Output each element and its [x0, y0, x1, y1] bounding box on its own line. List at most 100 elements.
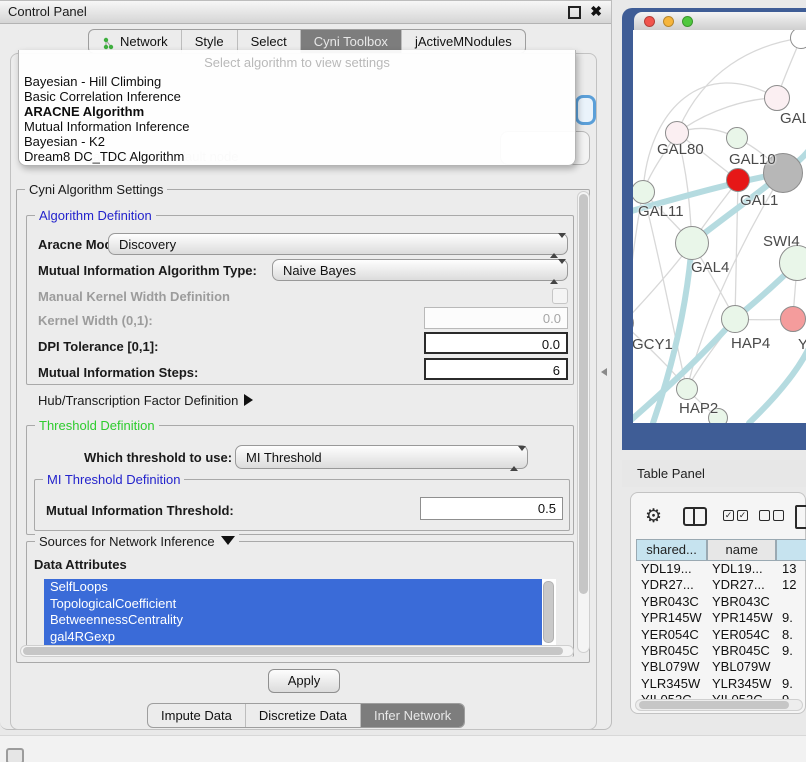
algorithm-definition-title: Algorithm Definition	[35, 208, 156, 223]
checked-box-icon: ✓	[723, 510, 734, 521]
zoom-traffic-light-icon[interactable]	[682, 16, 693, 27]
table-cell: YBR043C	[708, 594, 778, 610]
panel-splitter-arrow[interactable]	[601, 368, 607, 376]
obscured-focused-combo-edge	[575, 95, 596, 125]
export-table-icon[interactable]	[795, 505, 806, 529]
column-header-name[interactable]: name	[707, 539, 776, 561]
mi-type-combo[interactable]: Naive Bayes	[272, 259, 568, 281]
table-row[interactable]: YBL079WYBL079W	[636, 659, 805, 675]
table-horizontal-scrollbar[interactable]	[635, 699, 803, 711]
table-row[interactable]: YBR045CYBR045C9.	[636, 643, 805, 659]
node-label-gcy1: GCY1	[633, 336, 673, 353]
hub-definition-toggle[interactable]: Hub/Transcription Factor Definition	[38, 393, 253, 408]
table-row[interactable]: YBR043CYBR043C	[636, 594, 805, 610]
scrollbar-thumb[interactable]	[579, 194, 588, 594]
close-traffic-light-icon[interactable]	[644, 16, 655, 27]
minimize-traffic-light-icon[interactable]	[663, 16, 674, 27]
network-view-window: GAL80GALGAL10GAL1GAL11GAL4SWI4HAP4YHAP2G…	[622, 8, 806, 450]
dpi-tolerance-field[interactable]: 0.0	[424, 332, 568, 354]
network-edge-thick[interactable]	[749, 350, 806, 423]
status-strip	[0, 735, 806, 762]
mi-steps-field[interactable]: 6	[424, 358, 568, 380]
network-node-hap4[interactable]	[721, 305, 749, 333]
settings-group-title: Cyni Algorithm Settings	[25, 182, 167, 197]
attribute-item-topologicalcoefficient[interactable]: TopologicalCoefficient	[44, 596, 542, 613]
mi-threshold-field[interactable]: 0.5	[420, 497, 563, 520]
list-scrollbar-thumb[interactable]	[543, 581, 554, 643]
gear-icon[interactable]: ⚙	[645, 507, 662, 527]
network-node-gal1[interactable]	[726, 168, 750, 192]
bottom-tab-impute-data[interactable]: Impute Data	[148, 704, 246, 727]
which-threshold-value: MI Threshold	[246, 450, 322, 465]
deselect-all-columns-icon[interactable]	[759, 510, 784, 521]
dpi-tolerance-value: 0.0	[542, 337, 560, 352]
control-panel: Control Panel ✖ NetworkStyleSelectCyni T…	[0, 0, 612, 730]
settings-vertical-scrollbar[interactable]	[577, 191, 590, 653]
algorithm-option-dream8-dc-tdc-algorithm[interactable]: Dream8 DC_TDC Algorithm	[22, 149, 572, 164]
unchecked-box-icon	[759, 510, 770, 521]
node-label-gal80: GAL80	[657, 141, 704, 158]
attribute-item-betweennesscentrality[interactable]: BetweennessCentrality	[44, 612, 542, 629]
table-cell: YER054C	[636, 627, 708, 643]
bottom-tab-discretize-data[interactable]: Discretize Data	[246, 704, 361, 727]
data-attributes-list[interactable]: SelfLoopsTopologicalCoefficientBetweenne…	[44, 579, 556, 645]
network-node-gal4[interactable]	[675, 226, 709, 260]
table-cell: YPR145W	[708, 610, 778, 626]
node-label-gal11: GAL11	[638, 203, 684, 220]
select-all-columns-icon[interactable]: ✓ ✓	[723, 510, 748, 521]
mi-steps-label: Mutual Information Steps:	[38, 365, 198, 380]
network-canvas[interactable]: GAL80GALGAL10GAL1GAL11GAL4SWI4HAP4YHAP2G…	[633, 30, 806, 423]
table-row[interactable]: YDR27...YDR27...12	[636, 577, 805, 593]
network-edge-thin[interactable]	[643, 192, 687, 389]
scrollbar-thumb[interactable]	[639, 701, 789, 709]
network-node-gal10[interactable]	[726, 127, 748, 149]
column-header-partial[interactable]	[776, 539, 806, 561]
aracne-mode-combo[interactable]: Discovery	[108, 233, 568, 255]
algorithm-option-basic-correlation-inference[interactable]: Basic Correlation Inference	[22, 89, 572, 104]
bottom-tab-infer-network[interactable]: Infer Network	[361, 704, 464, 727]
which-threshold-combo[interactable]: MI Threshold	[235, 445, 528, 469]
mi-type-label: Mutual Information Algorithm Type:	[38, 263, 257, 278]
column-header-shared[interactable]: shared...	[636, 539, 707, 561]
kernel-width-label: Kernel Width (0,1):	[38, 313, 153, 328]
table-row[interactable]: YER054CYER054C8.	[636, 627, 805, 643]
table-row[interactable]: YIL052CYIL052C9	[636, 692, 805, 699]
bottom-tabs: Impute DataDiscretize DataInfer Network	[147, 703, 465, 728]
network-window-titlebar[interactable]	[634, 12, 806, 31]
attribute-item-selfloops[interactable]: SelfLoops	[44, 579, 542, 596]
column-layout-icon[interactable]	[683, 507, 707, 526]
table-body[interactable]: YDL19...YDL19...13YDR27...YDR27...12YBR0…	[636, 561, 805, 699]
table-row[interactable]: YLR345WYLR345W9.	[636, 676, 805, 692]
table-row[interactable]: YPR145WYPR145W9.	[636, 610, 805, 626]
scrollbar-thumb[interactable]	[23, 647, 563, 655]
algorithm-option-bayesian-k2[interactable]: Bayesian - K2	[22, 134, 572, 149]
table-row[interactable]: YDL19...YDL19...13	[636, 561, 805, 577]
sources-group-title[interactable]: Sources for Network Inference	[35, 534, 239, 549]
apply-button[interactable]: Apply	[268, 669, 340, 693]
table-cell: YBR043C	[636, 594, 708, 610]
algorithm-option-bayesian-hill-climbing[interactable]: Bayesian - Hill Climbing	[22, 74, 572, 89]
table-cell: 12	[778, 577, 796, 593]
bottom-left-corner-button[interactable]	[6, 748, 24, 762]
mi-steps-value: 6	[553, 363, 560, 378]
node-label-y: Y	[798, 336, 806, 353]
table-cell: YPR145W	[636, 610, 708, 626]
node-label-gal4: GAL4	[691, 259, 729, 276]
data-attributes-label: Data Attributes	[34, 557, 127, 572]
table-cell	[778, 594, 782, 610]
algorithm-option-mutual-information-inference[interactable]: Mutual Information Inference	[22, 119, 572, 134]
panel-title: Control Panel	[8, 4, 87, 19]
float-panel-icon[interactable]	[568, 6, 581, 19]
algorithm-option-aracne-algorithm[interactable]: ARACNE Algorithm	[22, 104, 572, 119]
settings-horizontal-scrollbar[interactable]	[20, 645, 574, 657]
network-node-gal[interactable]	[764, 85, 790, 111]
network-icon	[102, 35, 115, 48]
manual-kernel-checkbox[interactable]	[552, 288, 568, 304]
close-icon[interactable]: ✖	[590, 3, 602, 20]
network-edge-thin[interactable]	[735, 180, 738, 319]
algorithm-dropdown[interactable]: Select algorithm to view settingsBayesia…	[18, 50, 576, 166]
network-node-hap2[interactable]	[676, 378, 698, 400]
table-cell: YBL079W	[708, 659, 778, 675]
network-node-y[interactable]	[780, 306, 806, 332]
attribute-item-gal4rgexp[interactable]: gal4RGexp	[44, 629, 542, 646]
